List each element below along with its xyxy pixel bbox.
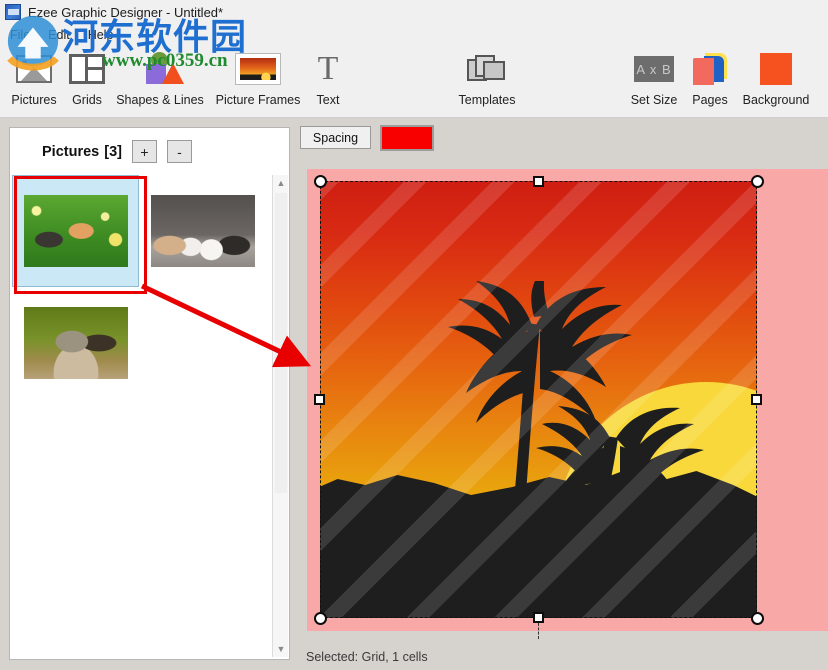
design-canvas[interactable] (300, 160, 828, 640)
pictures-icon (16, 50, 52, 88)
selection-handle-bottom-center[interactable] (533, 612, 544, 623)
set-size-icon-text: A x B (634, 56, 674, 82)
thumbnail-image-kittens (23, 195, 128, 267)
selection-handle-bottom-left[interactable] (314, 612, 327, 625)
chevron-down-icon[interactable]: ▼ (273, 641, 289, 657)
toolbar-label-pages: Pages (692, 93, 728, 107)
window-title: Ezee Graphic Designer - Untitled* (28, 4, 224, 20)
remove-picture-button[interactable]: - (166, 140, 192, 163)
toolbar-button-picture-frames[interactable]: Picture Frames (208, 50, 308, 107)
thumbnail-item-kittens[interactable] (12, 175, 139, 287)
toolbar-button-set-size[interactable]: A x B Set Size (623, 50, 685, 107)
toolbar-label-picture-frames: Picture Frames (215, 93, 301, 107)
title-bar: Ezee Graphic Designer - Untitled* (0, 0, 828, 24)
app-icon (5, 4, 21, 20)
toolbar-button-shapes-lines[interactable]: Shapes & Lines (110, 50, 210, 107)
selection-handle-bottom-right[interactable] (751, 612, 764, 625)
set-size-icon: A x B (634, 50, 674, 88)
chevron-up-icon[interactable]: ▲ (273, 175, 289, 191)
selection-handle-top-center[interactable] (533, 176, 544, 187)
status-text: Selected: Grid, 1 cells (306, 649, 428, 664)
color-swatch-button[interactable] (380, 125, 434, 151)
rotation-stem[interactable] (538, 623, 539, 639)
menu-item-help[interactable]: Help (80, 26, 122, 44)
pictures-panel-title: Pictures (42, 143, 100, 160)
thumbnail-row (12, 287, 271, 399)
toolbar-label-templates: Templates (458, 93, 516, 107)
toolbar-button-grids[interactable]: Grids (62, 50, 112, 107)
selection-handle-top-left[interactable] (314, 175, 327, 188)
toolbar-label-set-size: Set Size (630, 93, 678, 107)
toolbar-label-pictures: Pictures (11, 93, 57, 107)
toolbar-label-shapes-lines: Shapes & Lines (116, 93, 204, 107)
picture-frames-icon (236, 50, 280, 88)
grids-icon (69, 50, 105, 88)
menu-bar: File Edit Help (0, 24, 828, 46)
menu-item-edit[interactable]: Edit (40, 26, 78, 44)
shapes-lines-icon (138, 50, 184, 88)
canvas-toolbar: Spacing (300, 125, 828, 153)
pictures-panel: Pictures [3] + - ▲ ▼ (9, 127, 290, 660)
toolbar-button-pictures[interactable]: Pictures (6, 50, 62, 107)
toolbar-label-text: Text (316, 93, 340, 107)
pictures-count: [3] (104, 143, 122, 160)
background-icon (760, 50, 792, 88)
selection-handle-middle-left[interactable] (314, 394, 325, 405)
grid-cell-artwork[interactable] (320, 181, 757, 618)
thumbnail-item-puppies[interactable] (139, 175, 266, 287)
toolbar-button-text[interactable]: T Text (306, 50, 350, 108)
tropical-sunset-artwork (320, 181, 757, 618)
pictures-panel-scrollbar[interactable]: ▲ ▼ (272, 175, 288, 657)
palm-tree-small-svg (530, 406, 704, 618)
scrollbar-thumb[interactable] (275, 193, 287, 493)
selection-handle-top-right[interactable] (751, 175, 764, 188)
application-window: Ezee Graphic Designer - Untitled* File E… (0, 0, 828, 670)
page-sheet[interactable] (307, 169, 828, 639)
toolbar-label-background: Background (742, 93, 810, 107)
status-bar: Selected: Grid, 1 cells (300, 643, 828, 670)
toolbar-button-templates[interactable]: Templates (447, 50, 527, 107)
thumbnail-image-squirrel (23, 307, 128, 379)
toolbar-button-background[interactable]: Background (737, 50, 815, 107)
add-picture-button[interactable]: + (131, 140, 157, 163)
thumbnail-image-puppies (150, 195, 255, 267)
toolbar-label-grids: Grids (72, 93, 102, 107)
templates-icon (467, 50, 507, 88)
main-toolbar: Pictures Grids Shapes & Lines Picture Fr… (0, 46, 828, 118)
pictures-panel-header: Pictures [3] + - (10, 128, 289, 175)
thumbnail-item-squirrel[interactable] (12, 287, 139, 399)
toolbar-button-pages[interactable]: Pages (687, 50, 733, 107)
spacing-button[interactable]: Spacing (300, 126, 371, 149)
menu-item-file[interactable]: File (2, 26, 38, 44)
thumbnail-row (12, 175, 271, 287)
pages-icon (693, 50, 727, 88)
pictures-thumbnail-list[interactable] (12, 175, 271, 657)
text-icon: T (317, 50, 339, 87)
selection-handle-middle-right[interactable] (751, 394, 762, 405)
palm-tree-small (510, 406, 730, 618)
